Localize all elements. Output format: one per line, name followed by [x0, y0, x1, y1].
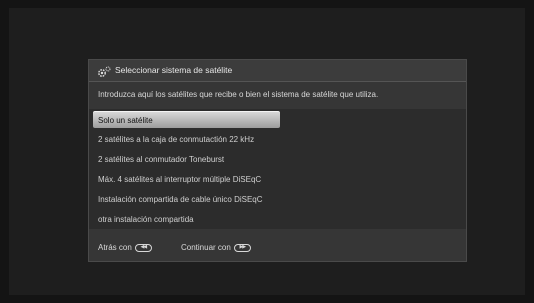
option-single-satellite[interactable]: Solo un satélite — [93, 111, 280, 128]
option-four-satellites-diseqc[interactable]: Máx. 4 satélites al interruptor múltiple… — [93, 171, 283, 188]
rewind-button-icon: ◀◀ — [134, 243, 152, 252]
satellite-system-dialog: Seleccionar sistema de satélite Introduz… — [88, 59, 467, 262]
instruction-text: Introduzca aquí los satélites que recibe… — [98, 90, 379, 99]
fast-forward-button-icon: ▶▶ — [233, 243, 251, 252]
dialog-titlebar: Seleccionar sistema de satélite — [89, 60, 466, 82]
option-other-shared[interactable]: otra instalación compartida — [93, 211, 283, 228]
dialog-footer: Atrás con ◀◀ Continuar con ▶▶ — [89, 235, 466, 261]
back-hint[interactable]: Atrás con ◀◀ — [98, 243, 152, 252]
option-two-satellites-22khz[interactable]: 2 satélites a la caja de conmutactión 22… — [93, 131, 283, 148]
satellite-options-list: Solo un satélite 2 satélites a la caja d… — [89, 109, 466, 229]
option-two-satellites-toneburst[interactable]: 2 satélites al conmutador Toneburst — [93, 151, 283, 168]
continue-hint[interactable]: Continuar con ▶▶ — [181, 243, 251, 252]
gear-icon — [97, 65, 111, 77]
back-label: Atrás con — [98, 243, 132, 252]
dialog-title: Seleccionar sistema de satélite — [115, 65, 233, 75]
tv-screen: Seleccionar sistema de satélite Introduz… — [9, 8, 525, 295]
option-single-cable-diseqc[interactable]: Instalación compartida de cable único Di… — [93, 191, 283, 208]
continue-label: Continuar con — [181, 243, 231, 252]
